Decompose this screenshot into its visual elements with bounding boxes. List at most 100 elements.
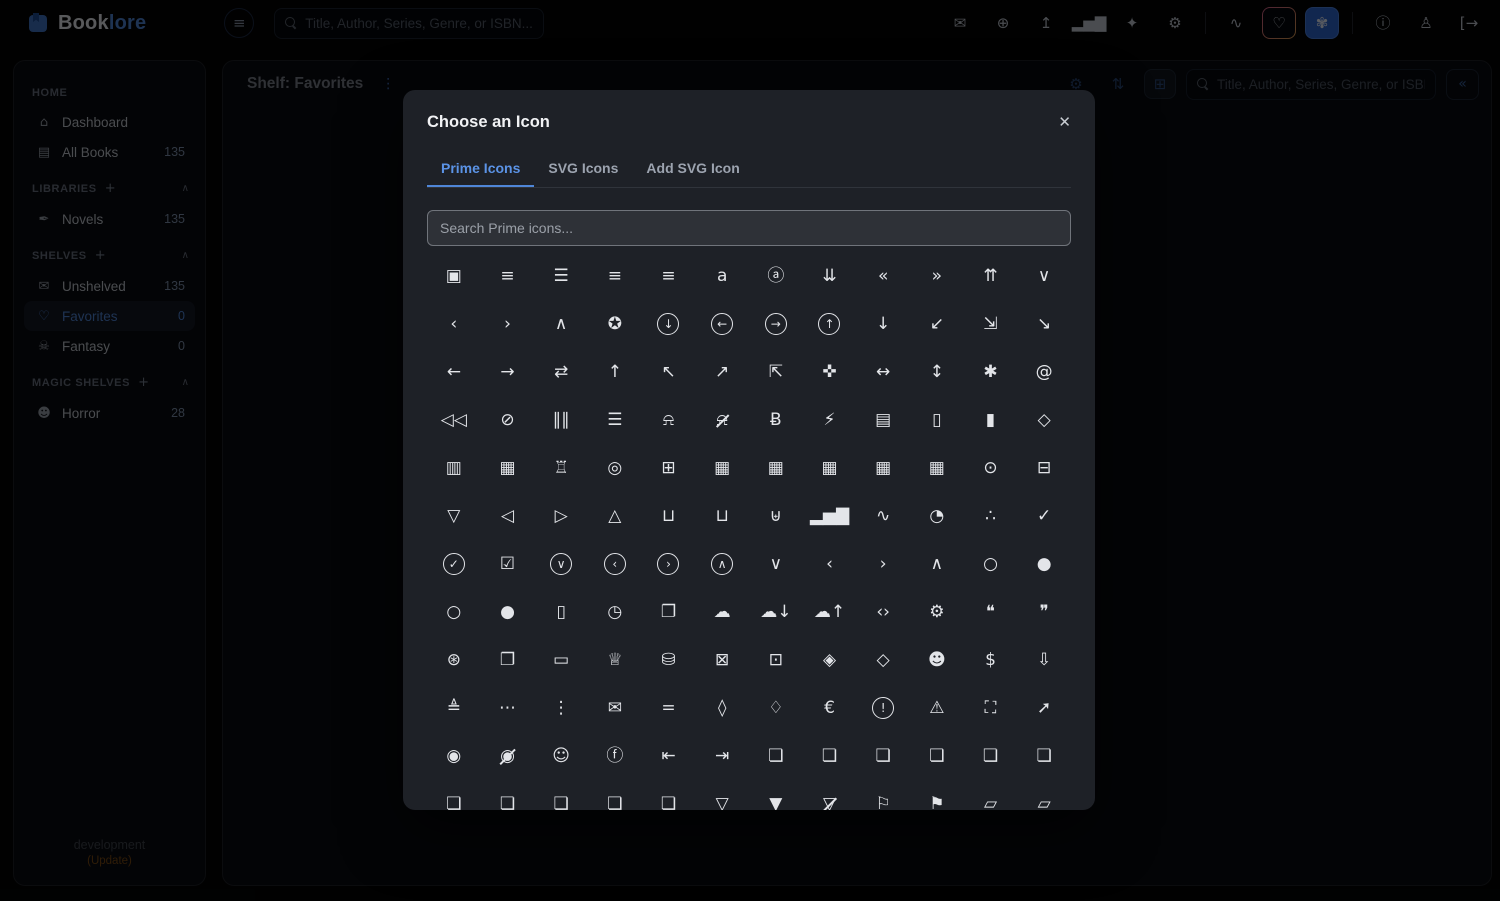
- pi-chevron-circle-down[interactable]: ∨: [539, 544, 583, 584]
- pi-angle-double-down[interactable]: ⇊: [807, 256, 851, 296]
- pi-chevron-down[interactable]: ∨: [754, 544, 798, 584]
- pi-caret-up[interactable]: △: [593, 496, 637, 536]
- pi-angle-double-right[interactable]: »: [915, 256, 959, 296]
- pi-envelope[interactable]: ✉: [593, 688, 637, 728]
- pi-eject[interactable]: ≜: [432, 688, 476, 728]
- pi-chevron-circle-right[interactable]: ›: [646, 544, 690, 584]
- pi-cloud-download[interactable]: ☁↓: [754, 592, 798, 632]
- pi-equals[interactable]: =: [646, 688, 690, 728]
- pi-chevron-left[interactable]: ‹: [807, 544, 851, 584]
- pi-at[interactable]: @: [1022, 352, 1066, 392]
- pi-angle-down[interactable]: ∨: [1022, 256, 1066, 296]
- pi-calculator[interactable]: ⊞: [646, 448, 690, 488]
- pi-exclamation-triangle[interactable]: ⚠: [915, 688, 959, 728]
- close-icon[interactable]: ✕: [1058, 113, 1071, 131]
- pi-arrow-up[interactable]: ↑: [593, 352, 637, 392]
- pi-bookmark-fill[interactable]: ▮: [968, 400, 1012, 440]
- pi-folder[interactable]: ▱: [968, 784, 1012, 810]
- pi-arrow-up-left[interactable]: ↖: [646, 352, 690, 392]
- pi-database[interactable]: ⛁: [646, 640, 690, 680]
- pi-exclamation-circle[interactable]: !: [861, 688, 905, 728]
- pi-arrow-down[interactable]: ↓: [861, 304, 905, 344]
- pi-bars[interactable]: ☰: [593, 400, 637, 440]
- pi-facebook[interactable]: ⓕ: [593, 736, 637, 776]
- pi-align-right[interactable]: ≡: [646, 256, 690, 296]
- pi-arrow-down-left-and-arrow-up-right-to-center[interactable]: ⇲: [968, 304, 1012, 344]
- pi-delete-left[interactable]: ⊠: [700, 640, 744, 680]
- pi-folder-open[interactable]: ▱: [1022, 784, 1066, 810]
- pi-credit-card[interactable]: ▭: [539, 640, 583, 680]
- pi-chart-bar[interactable]: ▂▅▇: [807, 496, 851, 536]
- pi-arrows-alt[interactable]: ✜: [807, 352, 851, 392]
- pi-android[interactable]: ⓐ: [754, 256, 798, 296]
- pi-eye-slash[interactable]: ◉: [485, 736, 529, 776]
- pi-calendar-clock[interactable]: ▦: [754, 448, 798, 488]
- pi-check[interactable]: ✓: [1022, 496, 1066, 536]
- icon-search-input[interactable]: [440, 220, 1058, 236]
- pi-circle-fill[interactable]: ●: [1022, 544, 1066, 584]
- pi-angle-double-up[interactable]: ⇈: [968, 256, 1012, 296]
- pi-arrows-h[interactable]: ↔: [861, 352, 905, 392]
- pi-ethereum[interactable]: ♢: [754, 688, 798, 728]
- pi-cart-minus[interactable]: ⊔: [700, 496, 744, 536]
- pi-file-export[interactable]: ❏: [1022, 736, 1066, 776]
- pi-calendar-times[interactable]: ▦: [915, 448, 959, 488]
- pi-angle-double-left[interactable]: «: [861, 256, 905, 296]
- pi-file-edit[interactable]: ❏: [915, 736, 959, 776]
- pi-eye[interactable]: ◉: [432, 736, 476, 776]
- tab-svg-icons[interactable]: SVG Icons: [534, 150, 632, 187]
- pi-check-square[interactable]: ☑: [485, 544, 529, 584]
- pi-arrow-right-arrow-left[interactable]: ⇄: [539, 352, 583, 392]
- pi-bell[interactable]: ⍾: [646, 400, 690, 440]
- pi-chevron-right[interactable]: ›: [861, 544, 905, 584]
- pi-caret-left[interactable]: ◁: [485, 496, 529, 536]
- tab-prime-icons[interactable]: Prime Icons: [427, 150, 534, 187]
- pi-arrow-down-right[interactable]: ↘: [1022, 304, 1066, 344]
- pi-directions-alt[interactable]: ◇: [861, 640, 905, 680]
- pi-angle-up[interactable]: ∧: [539, 304, 583, 344]
- pi-barcode[interactable]: ∥∥: [539, 400, 583, 440]
- pi-chevron-circle-up[interactable]: ∧: [700, 544, 744, 584]
- pi-angle-left[interactable]: ‹: [432, 304, 476, 344]
- pi-code[interactable]: ‹›: [861, 592, 905, 632]
- pi-cart-arrow-down[interactable]: ⊔: [646, 496, 690, 536]
- pi-car[interactable]: ⊟: [1022, 448, 1066, 488]
- pi-align-justify[interactable]: ☰: [539, 256, 583, 296]
- pi-cloud-upload[interactable]: ☁↑: [807, 592, 851, 632]
- pi-align-center[interactable]: ≡: [485, 256, 529, 296]
- pi-bell-slash[interactable]: ⍾: [700, 400, 744, 440]
- pi-chart-scatter[interactable]: ∴: [968, 496, 1012, 536]
- pi-comments[interactable]: ❞: [1022, 592, 1066, 632]
- pi-circle-on[interactable]: ●: [485, 592, 529, 632]
- pi-file-excel[interactable]: ❏: [968, 736, 1012, 776]
- pi-filter-fill[interactable]: ▼: [754, 784, 798, 810]
- pi-fast-forward[interactable]: ⇥: [700, 736, 744, 776]
- pi-expand[interactable]: ⛶: [968, 688, 1012, 728]
- pi-amazon[interactable]: a: [700, 256, 744, 296]
- pi-download[interactable]: ⇩: [1022, 640, 1066, 680]
- pi-eraser[interactable]: ◊: [700, 688, 744, 728]
- pi-calendar-minus[interactable]: ▦: [807, 448, 851, 488]
- pi-arrow-circle-left[interactable]: ←: [700, 304, 744, 344]
- pi-file-plus[interactable]: ❏: [593, 784, 637, 810]
- pi-asterisk[interactable]: ✱: [968, 352, 1012, 392]
- pi-bitcoin[interactable]: Ƀ: [754, 400, 798, 440]
- pi-check-circle[interactable]: ✓: [432, 544, 476, 584]
- pi-box[interactable]: ◇: [1022, 400, 1066, 440]
- pi-camera[interactable]: ⊙: [968, 448, 1012, 488]
- pi-chart-line[interactable]: ∿: [861, 496, 905, 536]
- tab-add-svg-icon[interactable]: Add SVG Icon: [632, 150, 753, 187]
- pi-file-check[interactable]: ❏: [861, 736, 905, 776]
- pi-clone[interactable]: ❐: [646, 592, 690, 632]
- pi-chevron-up[interactable]: ∧: [915, 544, 959, 584]
- pi-angle-right[interactable]: ›: [485, 304, 529, 344]
- pi-clipboard[interactable]: ▯: [539, 592, 583, 632]
- pi-file-word[interactable]: ❏: [646, 784, 690, 810]
- pi-external-link[interactable]: ➚: [1022, 688, 1066, 728]
- pi-arrow-circle-up[interactable]: ↑: [807, 304, 851, 344]
- pi-comment[interactable]: ❝: [968, 592, 1012, 632]
- pi-arrow-right[interactable]: →: [485, 352, 529, 392]
- pi-bolt[interactable]: ⚡: [807, 400, 851, 440]
- pi-arrow-up-right[interactable]: ↗: [700, 352, 744, 392]
- pi-ellipsis-h[interactable]: ⋯: [485, 688, 529, 728]
